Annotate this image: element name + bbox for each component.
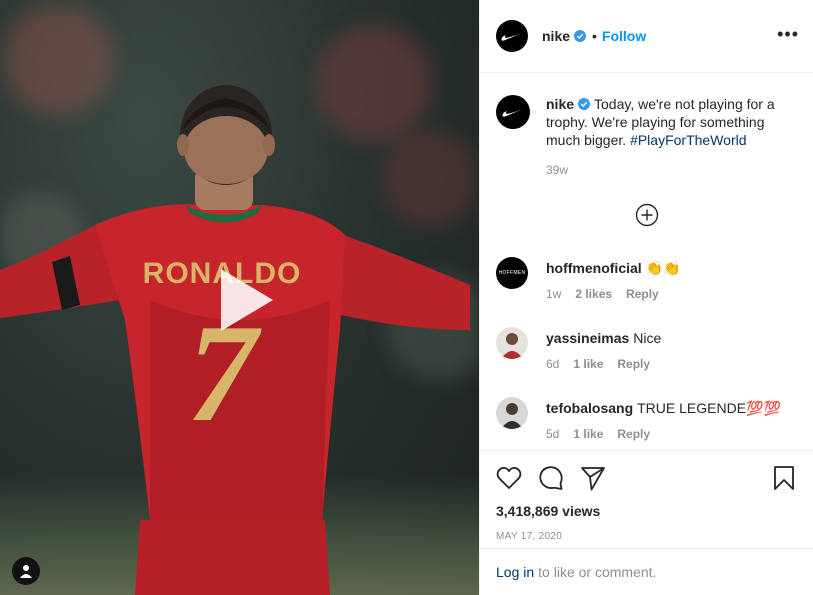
comment-avatar[interactable]: HOFFMEN <box>496 257 528 289</box>
more-options-icon[interactable]: ••• <box>777 25 799 43</box>
action-icons-row <box>496 455 797 501</box>
login-prompt-text: to like or comment. <box>538 564 657 580</box>
share-button[interactable] <box>580 465 606 491</box>
comment-text: 👏👏 <box>645 260 681 276</box>
hoffmen-logo: HOFFMEN <box>498 270 526 276</box>
comment-item: yassineimas Nice 6d 1 like Reply <box>480 327 813 371</box>
caption-username[interactable]: nike <box>546 96 574 112</box>
caption: nike Today, we're not playing for a troph… <box>480 73 813 179</box>
bookmark-icon <box>774 466 794 490</box>
save-button[interactable] <box>771 465 797 491</box>
comment-reply-button[interactable]: Reply <box>626 287 659 301</box>
post-date[interactable]: MAY 17, 2020 <box>496 531 797 542</box>
comment-body: yassineimas Nice 6d 1 like Reply <box>546 329 661 371</box>
verified-badge-icon <box>574 30 587 42</box>
comment-item: HOFFMEN hoffmenoficial 👏👏 1w 2 likes Repl… <box>480 257 813 301</box>
comments-scroll-area[interactable]: nike Today, we're not playing for a troph… <box>480 73 813 450</box>
author-avatar[interactable] <box>496 20 528 52</box>
comment-reply-button[interactable]: Reply <box>617 357 650 371</box>
nike-swoosh-logo <box>501 33 522 41</box>
load-more-comments <box>480 203 813 227</box>
post-actions: 3,418,869 views MAY 17, 2020 <box>480 450 813 548</box>
comment-body: hoffmenoficial 👏👏 1w 2 likes Reply <box>546 259 681 301</box>
heart-icon <box>496 467 522 489</box>
caption-timestamp[interactable]: 39w <box>546 161 797 179</box>
user-tag-button[interactable] <box>12 557 40 585</box>
nike-swoosh-logo <box>502 109 523 117</box>
comment-time[interactable]: 1w <box>546 287 561 301</box>
comment-button[interactable] <box>538 465 564 491</box>
comment-likes[interactable]: 1 like <box>573 357 603 371</box>
user-photo-avatar <box>496 397 528 429</box>
play-icon <box>221 269 273 331</box>
load-more-button[interactable] <box>635 203 659 227</box>
separator-dot: • <box>592 28 597 44</box>
login-link[interactable]: Log in <box>496 564 534 580</box>
comment-likes[interactable]: 1 like <box>573 427 603 441</box>
comment-avatar[interactable] <box>496 327 528 359</box>
follow-button[interactable]: Follow <box>602 28 646 44</box>
comment-bubble-icon <box>539 466 563 490</box>
post-side-panel: nike • Follow ••• nike Today, we're not p… <box>479 0 813 595</box>
caption-body: nike Today, we're not playing for a troph… <box>546 95 797 179</box>
comment-time[interactable]: 5d <box>546 427 559 441</box>
like-button[interactable] <box>496 465 522 491</box>
play-button[interactable] <box>207 265 277 335</box>
verified-badge-icon <box>578 98 591 110</box>
view-count[interactable]: 3,418,869 views <box>496 503 797 519</box>
comment-time[interactable]: 6d <box>546 357 559 371</box>
comment-text: TRUE LEGENDE💯💯 <box>637 400 781 416</box>
author-username[interactable]: nike <box>542 28 570 44</box>
comment-username[interactable]: hoffmenoficial <box>546 260 642 276</box>
paper-plane-icon <box>581 467 605 491</box>
comment-body: tefobalosang TRUE LEGENDE💯💯 5d 1 like Rep… <box>546 399 781 441</box>
plus-circle-icon <box>635 203 658 227</box>
comment-likes[interactable]: 2 likes <box>575 287 612 301</box>
comment-text: Nice <box>633 330 662 346</box>
caption-hashtag[interactable]: #PlayForTheWorld <box>630 132 746 148</box>
comment-username[interactable]: tefobalosang <box>546 400 633 416</box>
comment-avatar[interactable] <box>496 397 528 429</box>
comment-item: tefobalosang TRUE LEGENDE💯💯 5d 1 like Rep… <box>480 397 813 441</box>
comment-reply-button[interactable]: Reply <box>617 427 650 441</box>
caption-avatar[interactable] <box>496 95 530 129</box>
post-header: nike • Follow ••• <box>480 0 813 73</box>
post-media[interactable]: RONALDO 7 <box>0 0 479 595</box>
user-photo-avatar <box>496 327 528 359</box>
login-prompt: Log in to like or comment. <box>480 548 813 595</box>
comment-username[interactable]: yassineimas <box>546 330 629 346</box>
user-tag-icon <box>20 565 32 578</box>
